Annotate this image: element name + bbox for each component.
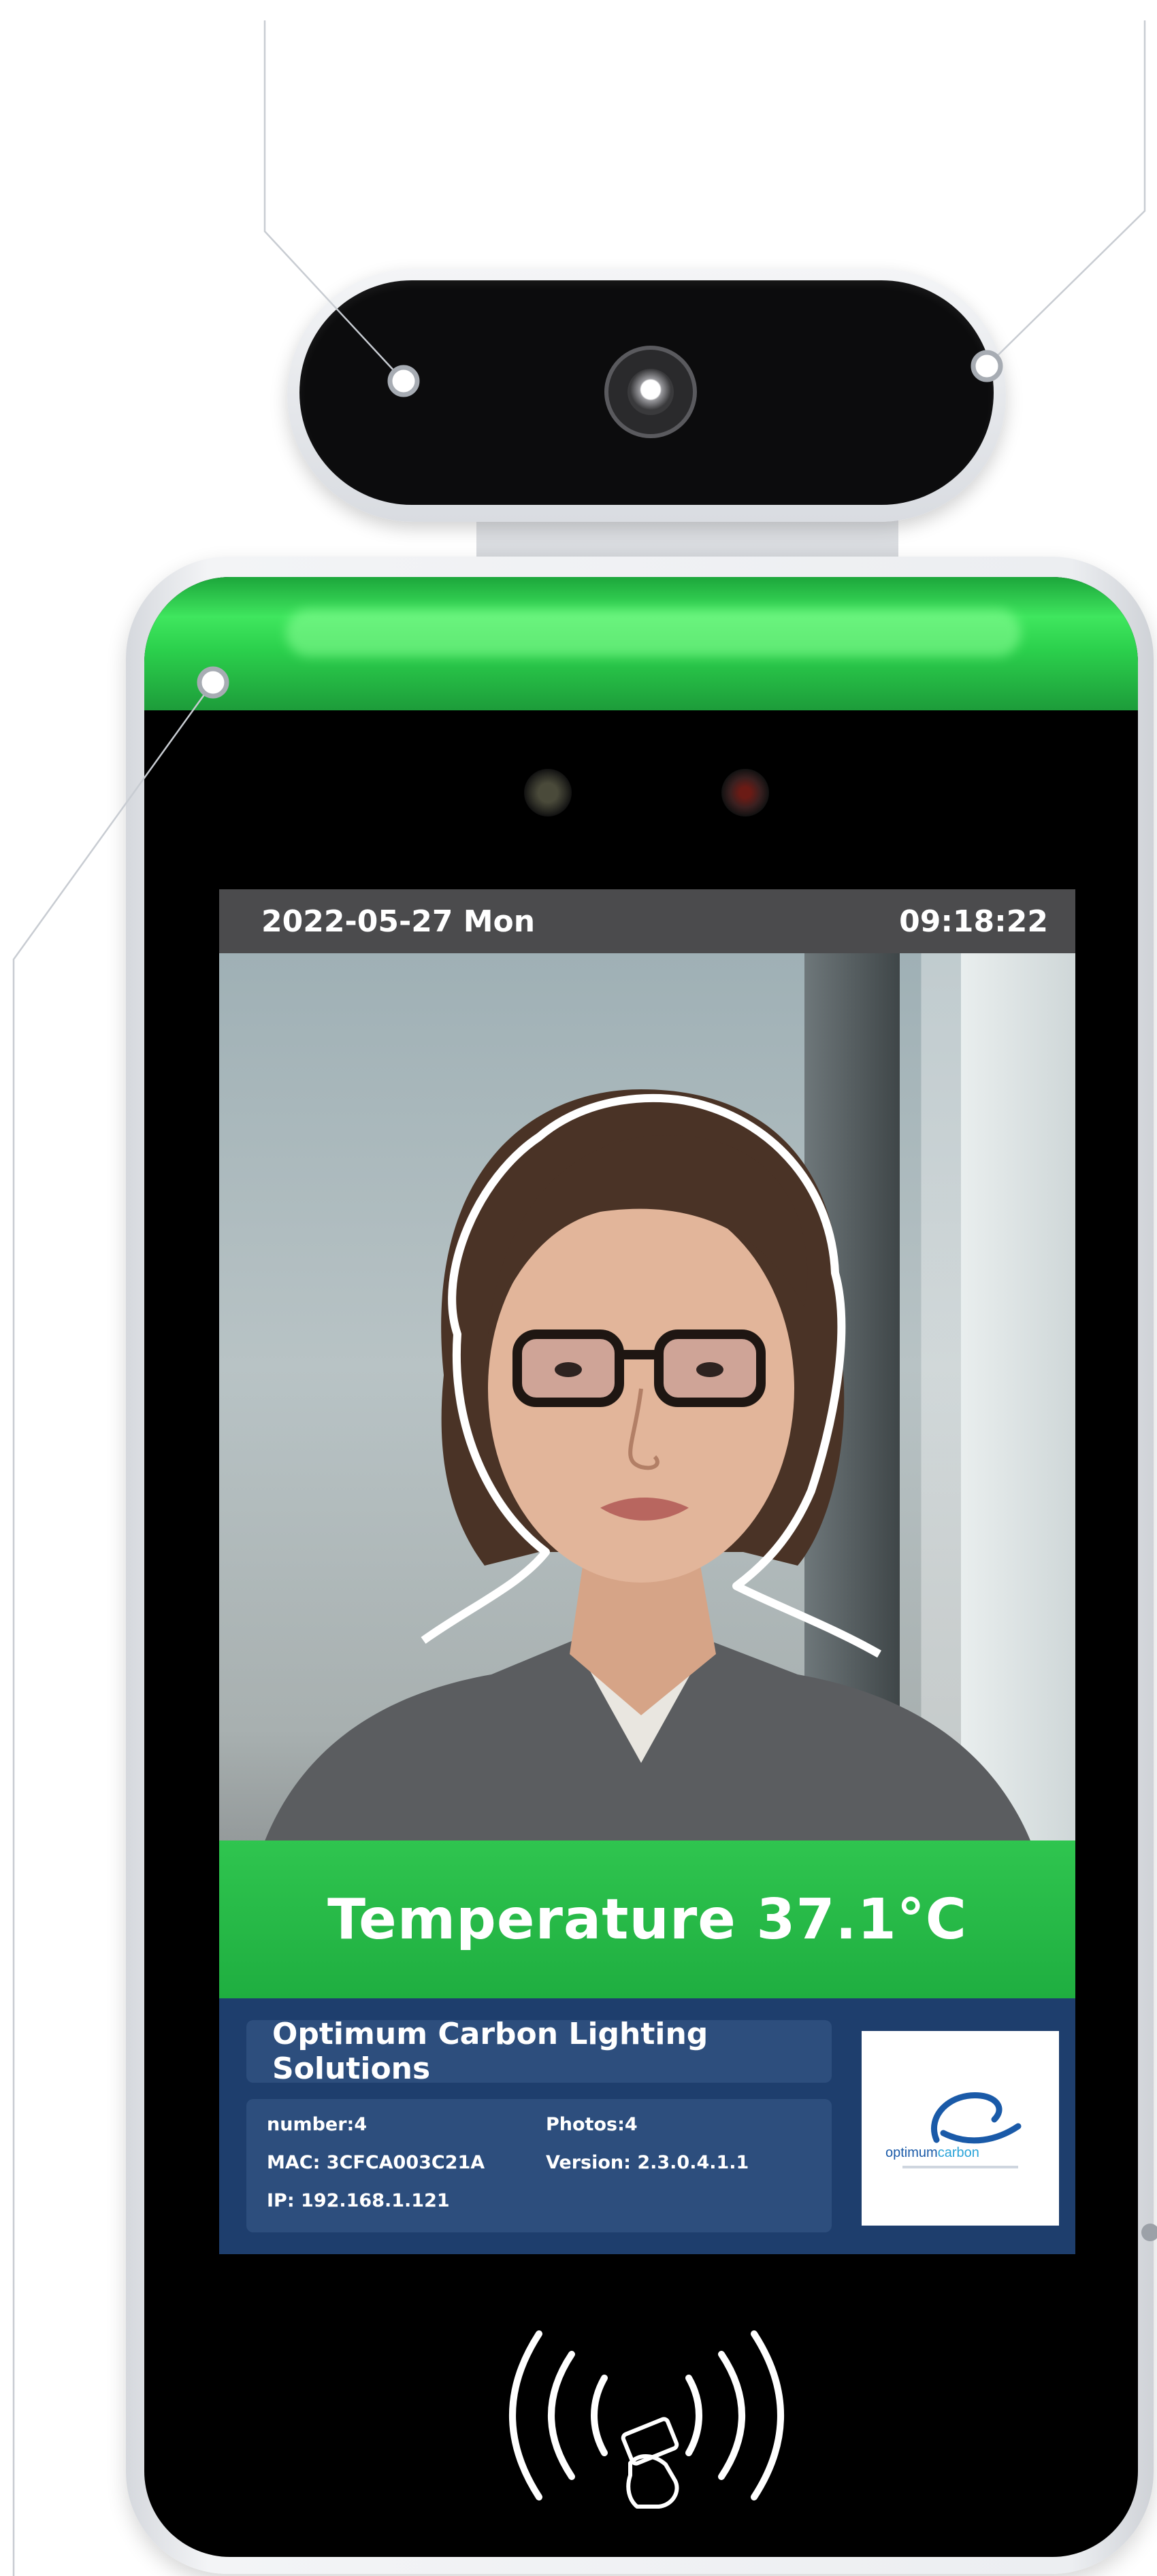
- camera-lens-center: [628, 369, 674, 415]
- front-camera-right: [721, 769, 769, 816]
- logo-text-part2: carbon: [938, 2145, 979, 2160]
- detail-ip: IP: 192.168.1.121: [267, 2190, 450, 2211]
- status-bar: 2022-05-27 Mon 09:18:22: [219, 889, 1075, 953]
- led-glow: [286, 609, 1021, 657]
- date-label: 2022-05-27 Mon: [261, 904, 536, 939]
- front-camera-left: [524, 769, 572, 816]
- detail-mac: MAC: 3CFCA003C21A: [267, 2152, 485, 2173]
- company-logo: optimumcarbon: [862, 2031, 1059, 2226]
- temperature-banner: Temperature 37.1°C: [219, 1840, 1075, 1998]
- device-details: number:4 Photos:4 MAC: 3CFCA003C21A Vers…: [246, 2099, 832, 2232]
- company-name: Optimum Carbon Lighting Solutions: [246, 2017, 832, 2086]
- detail-number: number:4: [267, 2114, 368, 2135]
- person-face-photo: [246, 1089, 1049, 1906]
- detail-photos: Photos:4: [546, 2114, 638, 2135]
- time-label: 09:18:22: [899, 904, 1048, 939]
- logo-text-part1: optimum: [885, 2145, 938, 2160]
- company-logo-mark: optimumcarbon: [885, 2092, 1022, 2168]
- callout-line-right-camera: [986, 20, 1146, 367]
- temperature-label: Temperature 37.1°C: [327, 1887, 967, 1952]
- svg-text:optimumcarbon: optimumcarbon: [885, 2145, 979, 2160]
- device-screen: 2022-05-27 Mon 09:18:22 Temperature 37.1…: [219, 889, 1075, 2254]
- side-button[interactable]: [1141, 2224, 1157, 2241]
- company-name-text: Optimum Carbon Lighting Solutions: [272, 2017, 708, 2086]
- detail-version: Version: 2.3.0.4.1.1: [546, 2152, 749, 2173]
- nfc-card-icon: [509, 2330, 784, 2509]
